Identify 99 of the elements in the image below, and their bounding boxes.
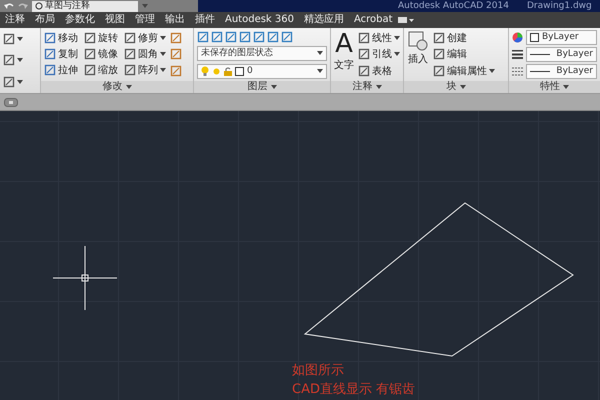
tool-icon	[124, 64, 136, 76]
ribbon-tab[interactable]: 管理	[130, 12, 160, 28]
tool-icon	[433, 64, 445, 77]
tool-button[interactable]: 引线	[358, 47, 400, 62]
tool-icon	[44, 64, 56, 76]
tool-icon	[170, 48, 182, 60]
caret-icon[interactable]	[17, 80, 23, 84]
lineweight-dropdown[interactable]: ByLayer	[526, 47, 597, 62]
tool-button[interactable]: 缩放	[84, 63, 118, 77]
tool-icon	[170, 32, 182, 44]
ribbon-tab[interactable]: 参数化	[60, 12, 100, 28]
ribbon-tab[interactable]: 布局	[30, 12, 60, 28]
text-tool-button[interactable]: A 文字	[334, 30, 354, 79]
annotation-note: CAD直线显示 有锯齿	[292, 381, 416, 399]
panel-title[interactable]: 块	[404, 81, 508, 93]
caret-icon[interactable]	[376, 85, 382, 89]
ribbon-tab[interactable]: 注释	[0, 12, 30, 28]
tool-icon	[358, 48, 370, 60]
panel-title[interactable]: 注释	[331, 81, 403, 93]
tab-menu-icon[interactable]	[398, 16, 414, 24]
tool-icon	[433, 32, 445, 44]
caret-icon[interactable]	[17, 36, 23, 41]
ribbon-tab[interactable]: Acrobat	[348, 12, 398, 28]
tool-icon	[281, 30, 293, 42]
annotation-note: 如图所示	[292, 362, 345, 380]
tool-icon	[225, 30, 237, 42]
lightbulb-icon	[201, 66, 209, 76]
lineweight-icon	[512, 50, 523, 59]
tool-button[interactable]: 编辑	[433, 47, 495, 62]
caret-icon[interactable]	[160, 52, 166, 56]
crosshair-cursor	[52, 246, 118, 310]
ribbon-tab[interactable]: Autodesk 360	[220, 12, 299, 28]
workspace-dropdown[interactable]: 草图与注释	[32, 0, 138, 12]
ribbon-tab[interactable]: 输出	[160, 12, 190, 28]
tool-button[interactable]: 编辑属性	[433, 64, 495, 78]
tool-icon	[44, 32, 56, 44]
layer-dropdown[interactable]: 0	[197, 64, 327, 78]
tool-icon	[433, 48, 445, 60]
layer-state-dropdown[interactable]: 未保存的图层状态	[197, 46, 327, 60]
tool-icon	[3, 54, 15, 66]
insert-button[interactable]: 插入	[407, 30, 429, 79]
caret-icon[interactable]	[317, 69, 323, 73]
tool-icon	[84, 64, 96, 76]
tool-icon	[239, 30, 251, 42]
caret-icon[interactable]	[394, 52, 400, 56]
tool-icon	[170, 64, 182, 77]
tool-button[interactable]: 移动	[44, 31, 78, 45]
tool-icon	[3, 76, 15, 88]
panel-title[interactable]: 修改	[41, 81, 193, 93]
tool-icon	[84, 48, 96, 60]
color-dropdown[interactable]: ByLayer	[526, 30, 597, 45]
tool-icon	[358, 32, 370, 44]
panel-title[interactable]: 图层	[194, 81, 330, 93]
linetype-icon	[512, 67, 523, 76]
color-swatch-icon	[235, 66, 244, 76]
panel-title[interactable]: 特性	[509, 81, 600, 93]
tool-button[interactable]: 阵列	[124, 63, 166, 77]
ribbon-tab[interactable]: 插件	[190, 12, 220, 28]
tool-button[interactable]: 线性	[358, 31, 400, 46]
tool-icon	[84, 32, 96, 44]
tool-button[interactable]: 修剪	[124, 31, 166, 45]
tool-icon	[124, 48, 136, 60]
tool-icon	[267, 30, 279, 42]
caret-icon[interactable]	[317, 51, 323, 55]
caret-icon[interactable]	[270, 85, 277, 89]
caret-icon[interactable]	[126, 85, 132, 89]
tool-icon	[358, 64, 370, 77]
lock-icon	[224, 66, 232, 76]
tool-icon	[124, 32, 136, 44]
tool-button[interactable]: 圆角	[124, 47, 166, 61]
linetype-dropdown[interactable]: ByLayer	[526, 64, 597, 79]
caret-icon[interactable]	[489, 68, 495, 73]
file-name: Drawing1.dwg	[526, 0, 592, 12]
ribbon-tab[interactable]: 视图	[100, 12, 130, 28]
file-tab-icon[interactable]	[4, 98, 18, 106]
caret-icon[interactable]	[394, 36, 400, 40]
caret-icon[interactable]	[460, 85, 466, 89]
tool-icon	[253, 30, 265, 42]
tool-icon	[211, 30, 223, 42]
layer-name: 0	[247, 64, 254, 78]
tool-icon	[44, 48, 56, 60]
app-title: Autodesk AutoCAD 2014	[398, 0, 509, 12]
undo-icon[interactable]	[4, 2, 14, 10]
tool-button[interactable]: 拉伸	[44, 63, 78, 77]
tool-button[interactable]: 表格	[358, 64, 400, 78]
color-swatch-icon	[530, 33, 539, 42]
tool-button[interactable]: 复制	[44, 47, 78, 61]
caret-icon[interactable]	[563, 85, 570, 89]
ribbon-tab[interactable]: 精选应用	[298, 12, 349, 28]
tool-button[interactable]: 旋转	[84, 31, 118, 45]
tool-icon	[197, 30, 209, 42]
tool-button[interactable]: 镜像	[84, 47, 118, 61]
tool-icon	[3, 32, 15, 45]
insert-icon	[407, 30, 429, 52]
color-wheel-icon	[512, 32, 523, 43]
caret-icon[interactable]	[160, 68, 166, 72]
caret-icon[interactable]	[17, 58, 23, 62]
caret-icon[interactable]	[160, 36, 166, 40]
tool-button[interactable]: 创建	[433, 31, 495, 46]
